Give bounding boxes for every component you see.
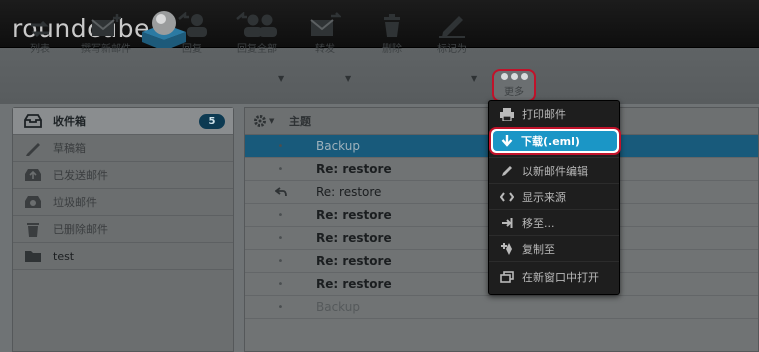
folder-label: 已发送邮件 [53,169,108,182]
folder-drafts[interactable]: 草稿箱 [13,135,233,162]
menu-item-label: 打印邮件 [522,108,566,121]
mark-button[interactable]: 标记为 [432,12,472,55]
menu-item-label: 以新邮件编辑 [522,164,588,178]
reply-all-button[interactable]: 回复全部 [228,12,286,55]
move-icon [499,216,515,230]
folder-inbox[interactable]: 收件箱 5 [13,108,233,135]
message-subject: Re: restore [316,208,392,222]
folder-icon [23,248,43,264]
status-dot-icon: • [277,140,284,152]
menu-item-label: 复制至 [522,242,555,256]
message-subject: Re: restore [316,254,392,268]
reply-all-label: 回复全部 [237,44,277,55]
unread-count-badge: 5 [199,114,225,129]
pencil-icon [23,140,43,156]
status-dot-icon: • [277,301,284,313]
menu-item-label: 显示来源 [522,190,566,204]
print-icon [499,107,515,121]
list-label: 列表 [30,44,50,55]
status-dot-icon: • [277,255,284,267]
column-subject[interactable]: 主题 [289,113,311,129]
copy-icon [499,242,515,256]
message-row[interactable]: • Backup [245,296,758,319]
inbox-icon [23,113,43,129]
mark-dropdown-icon[interactable]: ▼ [471,75,479,83]
status-dot-icon: • [277,232,284,244]
message-subject: Re: restore [316,185,382,199]
junk-box-icon [23,194,43,210]
more-menu: 打印邮件 下载(.eml) 以新邮件编辑 显示来源 移至... 复制至 在新窗口… [488,100,621,295]
folder-label: 草稿箱 [53,142,86,155]
status-dot-icon: • [277,209,284,221]
compose-button[interactable]: 撰写新邮件 [76,12,136,55]
more-button[interactable]: 更多 [492,69,536,102]
status-dot-icon: • [277,163,284,175]
download-icon [499,134,515,148]
reply-all-icon [228,12,286,38]
list-options-gear-icon[interactable]: ▼ [253,114,289,128]
folder-trash[interactable]: 已删除邮件 [13,216,233,243]
menu-item-move-to[interactable]: 移至... [489,209,619,235]
folder-label: 收件箱 [53,115,86,128]
folder-list: 收件箱 5 草稿箱 已发送邮件 垃圾邮件 已删除邮件 test [12,107,234,352]
menu-item-view-source[interactable]: 显示来源 [489,183,619,209]
forward-button[interactable]: 转发 [305,12,345,55]
forward-icon [305,12,345,38]
delete-label: 删除 [382,44,402,55]
forward-label: 转发 [315,44,335,55]
menu-item-download-highlight: 下载(.eml) [493,131,617,151]
message-subject: Re: restore [316,277,392,291]
new-window-icon [499,270,515,284]
toolbar [0,48,759,104]
more-dots-icon [494,73,534,80]
folder-label: 已删除邮件 [53,223,108,236]
menu-item-edit-as-new[interactable]: 以新邮件编辑 [489,157,619,183]
mark-label: 标记为 [437,44,467,55]
menu-item-open-new-window[interactable]: 在新窗口中打开 [489,261,619,291]
menu-item-print[interactable]: 打印邮件 [489,101,619,127]
menu-item-download-eml[interactable]: 下载(.eml) [489,127,621,155]
forward-dropdown-icon[interactable]: ▼ [345,75,353,83]
mark-pen-icon [432,12,472,38]
menu-item-copy-to[interactable]: 复制至 [489,235,619,261]
message-subject: Backup [316,139,360,153]
status-dot-icon: • [277,278,284,290]
sent-box-icon [23,167,43,183]
folder-junk[interactable]: 垃圾邮件 [13,189,233,216]
reply-all-dropdown-icon[interactable]: ▼ [278,75,286,83]
trash-icon [23,221,43,237]
compose-icon [76,12,136,38]
delete-button[interactable]: 删除 [372,12,412,55]
folder-label: 垃圾邮件 [53,196,97,209]
trash-icon [372,12,412,38]
message-subject: Re: restore [316,162,392,176]
message-subject: Re: restore [316,231,392,245]
folder-test[interactable]: test [13,243,233,270]
more-label: 更多 [504,87,524,98]
reply-label: 回复 [182,44,202,55]
folder-sent[interactable]: 已发送邮件 [13,162,233,189]
message-subject: Backup [316,300,360,314]
list-icon [22,12,58,38]
reply-icon [172,12,212,38]
replied-icon [245,187,316,197]
pencil-icon [499,164,515,178]
code-icon [499,190,515,204]
list-button[interactable]: 列表 [22,12,58,55]
compose-label: 撰写新邮件 [81,44,131,55]
menu-item-label: 移至... [522,216,555,230]
reply-button[interactable]: 回复 [172,12,212,55]
menu-item-label: 在新窗口中打开 [522,270,599,284]
menu-item-label: 下载(.eml) [521,135,580,148]
folder-label: test [53,249,75,263]
